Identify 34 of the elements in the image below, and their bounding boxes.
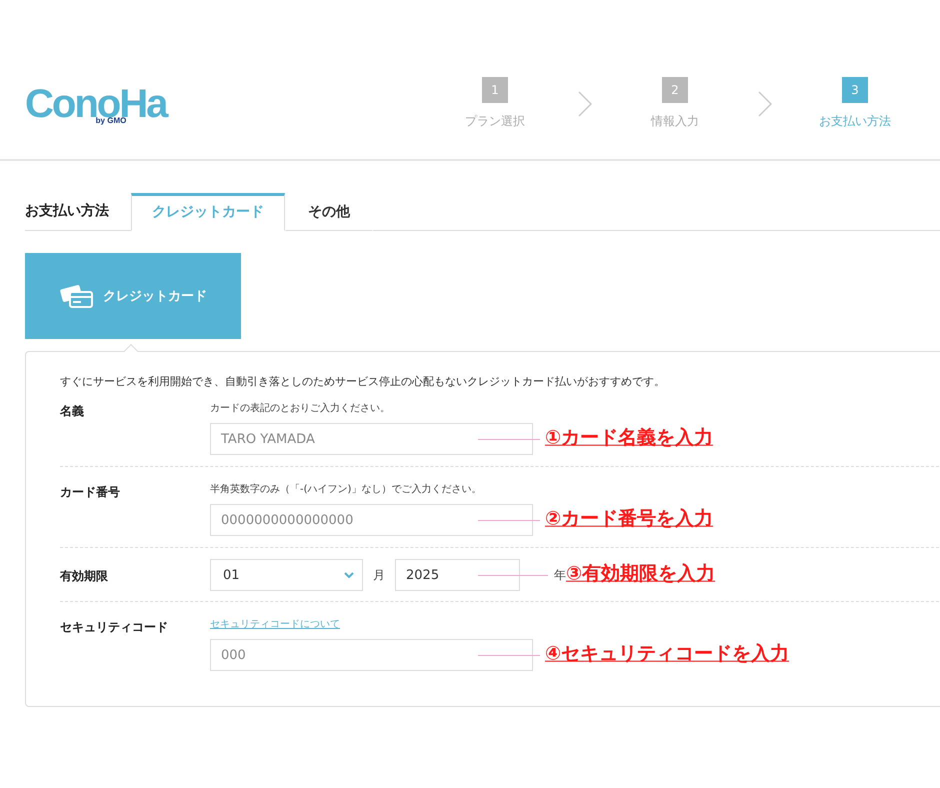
annotation-text: ③有効期限を入力 <box>566 562 716 587</box>
annotation-text: ②カード番号を入力 <box>545 506 714 532</box>
text-input[interactable]: TARO YAMADA <box>210 423 533 455</box>
tile-label: クレジットカード <box>103 288 207 305</box>
leader-line <box>478 520 540 521</box>
field-label: セキュリティコード <box>60 619 169 636</box>
text-input[interactable]: 0000000000000000 <box>210 504 533 536</box>
unit-label: 月 <box>373 566 385 584</box>
annotation-text: ④セキュリティコードを入力 <box>545 642 790 667</box>
leader-line <box>478 575 548 576</box>
chevron-right-icon <box>758 90 772 116</box>
step-label: お支払い方法 <box>819 113 891 130</box>
step-label: プラン選択 <box>465 113 525 130</box>
year-input[interactable]: 2025 <box>395 559 520 591</box>
unit-label: 年 <box>554 566 566 584</box>
step-number: 2 <box>662 77 688 103</box>
annotation-text: ①カード名義を入力 <box>545 426 714 451</box>
credit-card-icon <box>59 284 93 308</box>
section-heading: お支払い方法 <box>25 202 110 221</box>
field-label: 名義 <box>60 403 85 420</box>
text-input[interactable]: 000 <box>210 639 533 671</box>
chevron-right-icon <box>578 90 592 116</box>
description-text: すぐにサービスを利用開始でき、自動引き落としのためサービス停止の心配もないクレジットカード払いがおすすめです。 <box>60 374 666 389</box>
step-label: 情報入力 <box>651 113 699 130</box>
month-select[interactable]: 01 <box>210 559 363 591</box>
field-hint: 半角英数字のみ（「-(ハイフン)」なし）でご入力ください。 <box>210 482 482 496</box>
leader-line <box>478 439 540 440</box>
step-number: 3 <box>842 77 868 103</box>
field-label: カード番号 <box>60 484 121 501</box>
step-number: 1 <box>482 77 508 103</box>
chevron-down-icon <box>344 572 354 578</box>
leader-line <box>478 655 540 656</box>
field-hint: カードの表記のとおりご入力ください。 <box>210 402 390 415</box>
field-label: 有効期限 <box>60 568 109 585</box>
